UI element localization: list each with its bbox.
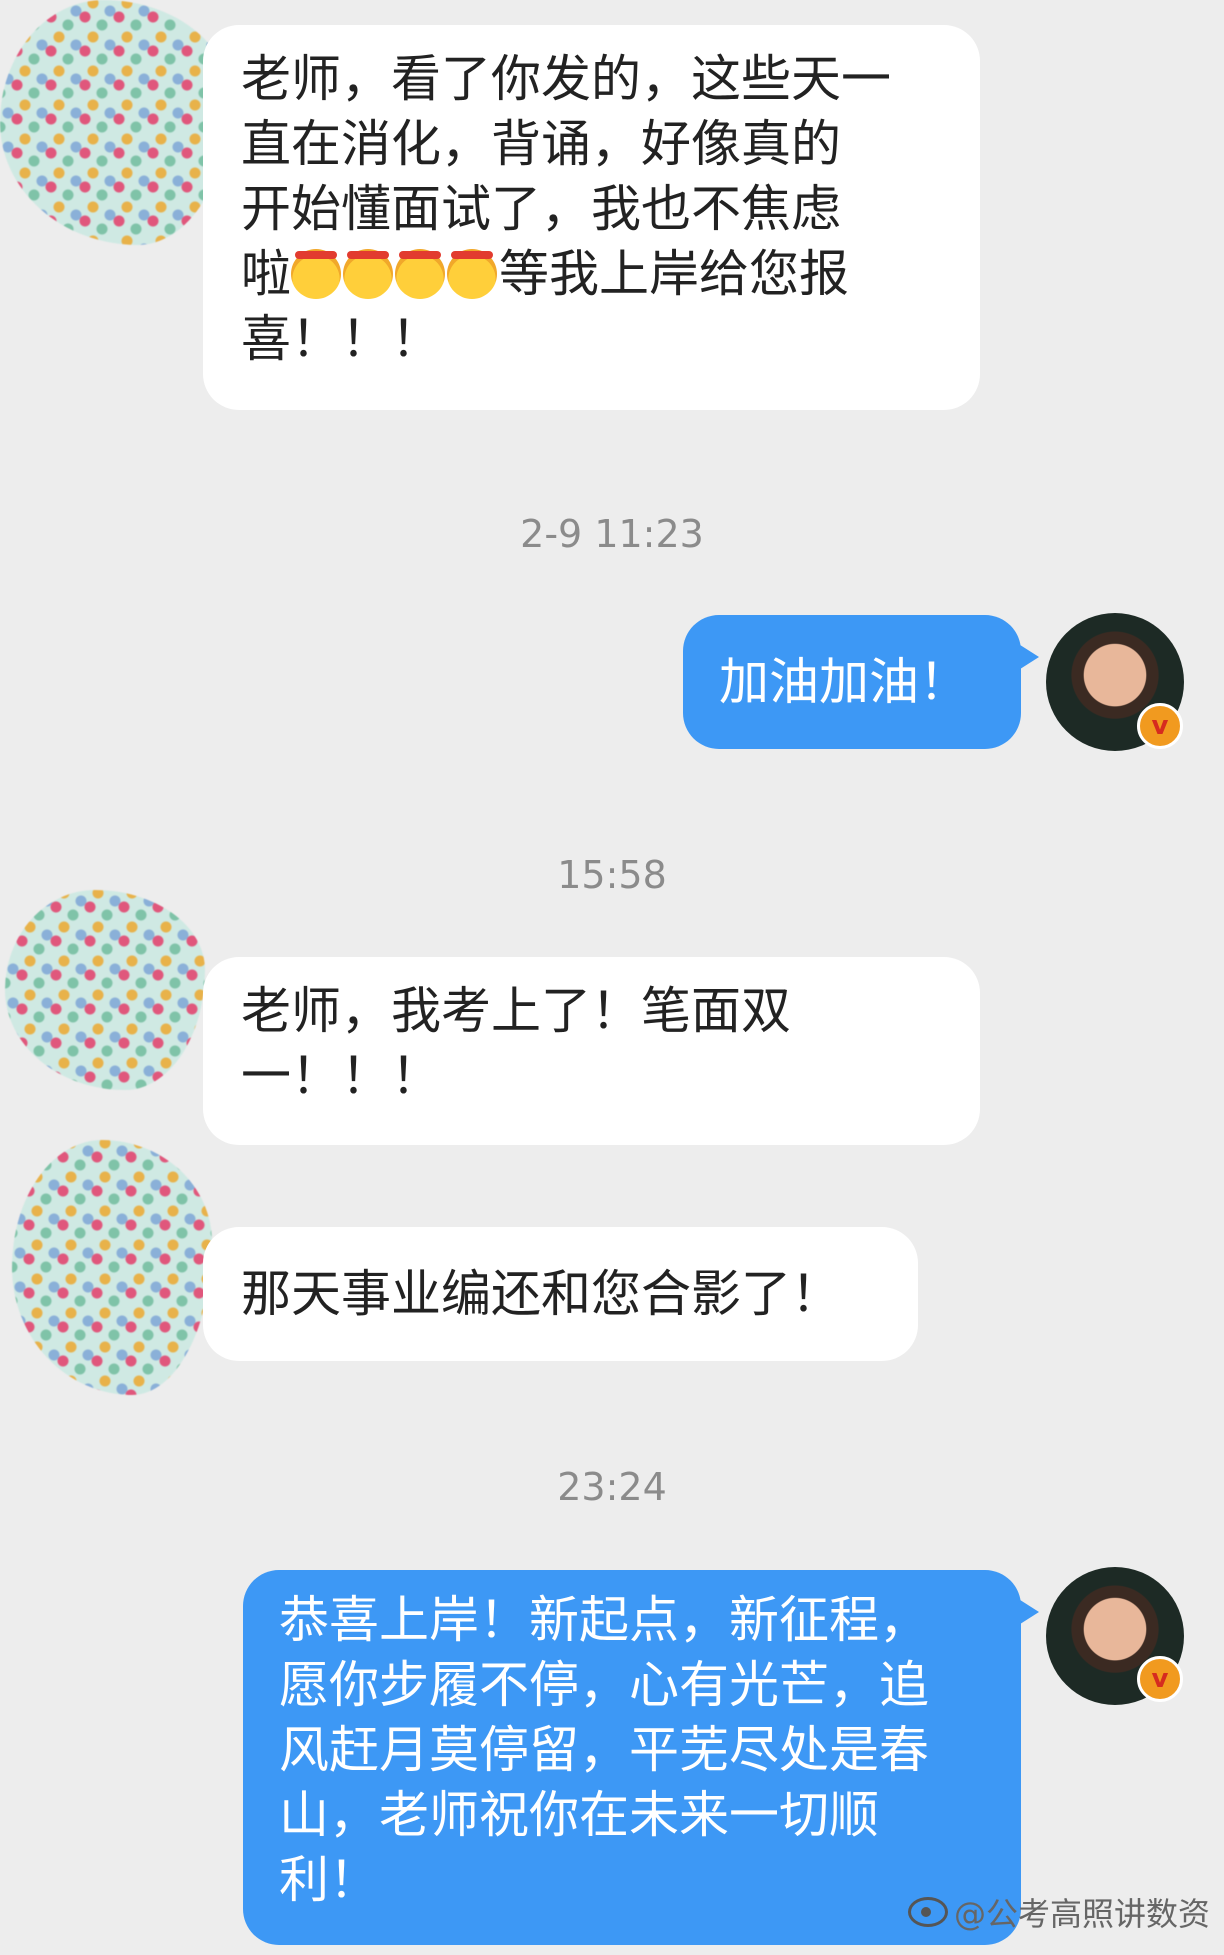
message-text-line: 一！！！ xyxy=(241,1047,441,1105)
sender-avatar[interactable] xyxy=(0,0,230,245)
headband-emoji-icon xyxy=(395,249,445,299)
verified-badge-icon: v xyxy=(1137,1656,1183,1702)
message-bubble-outgoing[interactable]: 加油加油！ xyxy=(683,615,1039,749)
message-text: 加油加油！ xyxy=(719,653,969,711)
headband-emoji-icon xyxy=(291,249,341,299)
verified-badge-icon: v xyxy=(1137,703,1183,749)
message-bubble-outgoing[interactable]: 恭喜上岸！新起点，新征程， 愿你步履不停，心有光芒，追 风赶月莫停留，平芜尽处是… xyxy=(243,1570,1039,1945)
message-text-line: 山，老师祝你在未来一切顺 xyxy=(279,1786,879,1844)
message-text-line: 利！ xyxy=(279,1851,379,1909)
message-text-segment: 啦 xyxy=(241,245,291,303)
message-text-line: 直在消化，背诵，好像真的 xyxy=(241,115,841,173)
message-text-line: 老师，我考上了！笔面双 xyxy=(241,982,791,1040)
message-bubble-incoming[interactable]: 老师，看了你发的，这些天一 直在消化，背诵，好像真的 开始懂面试了，我也不焦虑 … xyxy=(203,25,980,410)
timestamp: 15:58 xyxy=(557,853,667,897)
message-text-line: 恭喜上岸！新起点，新征程， xyxy=(279,1591,929,1649)
message-bubble-incoming[interactable]: 老师，我考上了！笔面双 一！！！ xyxy=(203,957,980,1145)
headband-emoji-icon xyxy=(343,249,393,299)
timestamp: 23:24 xyxy=(557,1465,667,1509)
message-bubble-incoming[interactable]: 那天事业编还和您合影了！ xyxy=(203,1227,918,1361)
message-text-line: 愿你步履不停，心有光芒，追 xyxy=(279,1656,929,1714)
watermark-text: @公考高照讲数资 xyxy=(953,1895,1210,1933)
message-text: 那天事业编还和您合影了！ xyxy=(241,1265,841,1323)
watermark: @公考高照讲数资 xyxy=(907,1889,1210,1935)
sender-avatar[interactable] xyxy=(5,890,205,1090)
message-text-line: 老师，看了你发的，这些天一 xyxy=(241,50,891,108)
headband-emoji-icon xyxy=(447,249,497,299)
timestamp: 2-9 11:23 xyxy=(520,512,704,556)
message-text-line: 开始懂面试了，我也不焦虑 xyxy=(241,180,841,238)
message-text-segment: 等我上岸给您报 xyxy=(499,245,849,303)
weibo-icon xyxy=(907,1897,948,1927)
message-text-line: 啦 等我上岸给您报 xyxy=(241,242,942,307)
sender-avatar[interactable] xyxy=(12,1140,212,1395)
message-text-line: 喜！！！ xyxy=(241,310,441,368)
message-text-line: 风赶月莫停留，平芜尽处是春 xyxy=(279,1721,929,1779)
